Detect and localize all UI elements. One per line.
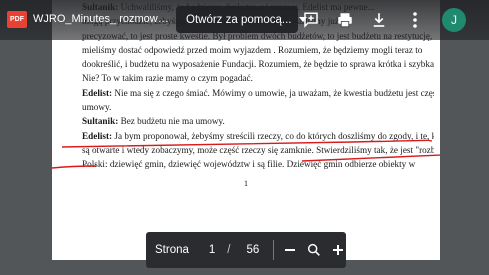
toolbar-divider: [273, 240, 274, 260]
file-title: WJRO_Minutes_ rozmowy.pdf: [33, 13, 173, 25]
document-line: Sultanik: Bez budżetu nie ma umowy.: [82, 114, 434, 128]
add-comment-icon[interactable]: [300, 9, 322, 31]
minus-icon: [284, 249, 295, 251]
speaker-name: Edelist:: [82, 130, 113, 141]
zoom-in-button[interactable]: [330, 238, 346, 262]
document-line: dookreślić, i budżetu na wyposażenie Fun…: [82, 57, 434, 71]
line-text: Polski: dziewięć gmin, dziewięć wojewódz…: [82, 159, 416, 170]
download-icon[interactable]: [368, 9, 390, 31]
account-avatar[interactable]: J: [442, 8, 466, 32]
print-icon[interactable]: [334, 9, 356, 31]
line-text: mieliśmy dostać odpowiedź przed moim wyj…: [82, 44, 423, 55]
page-separator: /: [227, 244, 231, 256]
speaker-name: Edelist:: [82, 87, 113, 98]
line-text: umowy.: [82, 102, 112, 113]
document-line: umowy.: [82, 100, 434, 114]
zoom-icon: [307, 243, 320, 256]
open-with-label: Otwórz za pomocą...: [186, 13, 292, 26]
line-text: Ja bym proponował, żebyśmy streścili rze…: [112, 130, 434, 141]
speaker-name: Sultanik:: [82, 116, 119, 127]
page-navigation-bar: Strona 1 / 56: [146, 232, 346, 268]
page-label: Strona: [155, 244, 189, 256]
zoom-fit-button[interactable]: [306, 238, 322, 262]
document-line: Polski: dziewięć gmin, dziewięć wojewódz…: [82, 157, 434, 171]
document-line: są otwarte i wtedy zobaczymy, może część…: [82, 143, 434, 157]
document-line: mieliśmy dostać odpowiedź przed moim wyj…: [82, 43, 434, 57]
line-text: Bez budżetu nie ma umowy.: [118, 116, 225, 127]
line-text: są otwarte i wtedy zobaczymy, może część…: [82, 144, 434, 155]
plus-icon: [333, 245, 343, 255]
pdf-file-icon: PDF: [7, 11, 27, 28]
page-footer-number: 1: [244, 179, 248, 188]
zoom-out-button[interactable]: [282, 238, 298, 262]
line-text: Nie? To w takim razie mamy o czym pogada…: [82, 73, 253, 84]
total-pages: 56: [246, 244, 260, 256]
top-toolbar: PDF WJRO_Minutes_ rozmowy.pdf Otwórz za …: [0, 0, 489, 40]
document-line: Nie? To w takim razie mamy o czym pogada…: [82, 71, 434, 85]
line-text: Nie ma się z czego śmiać. Mówimy o umowi…: [112, 87, 434, 98]
line-text: dookreślić, i budżetu na wyposażenie Fun…: [82, 59, 434, 70]
current-page-input[interactable]: 1: [209, 244, 215, 256]
document-line: Edelist: Ja bym proponował, żebyśmy stre…: [82, 129, 434, 143]
more-options-icon[interactable]: [404, 9, 426, 31]
document-line: Edelist: Nie ma się z czego śmiać. Mówim…: [82, 86, 434, 100]
open-with-button[interactable]: Otwórz za pomocą...: [176, 6, 308, 33]
pdf-viewer: Sultanik: Uchwaliliśmy, że będziemy dysk…: [0, 0, 489, 275]
